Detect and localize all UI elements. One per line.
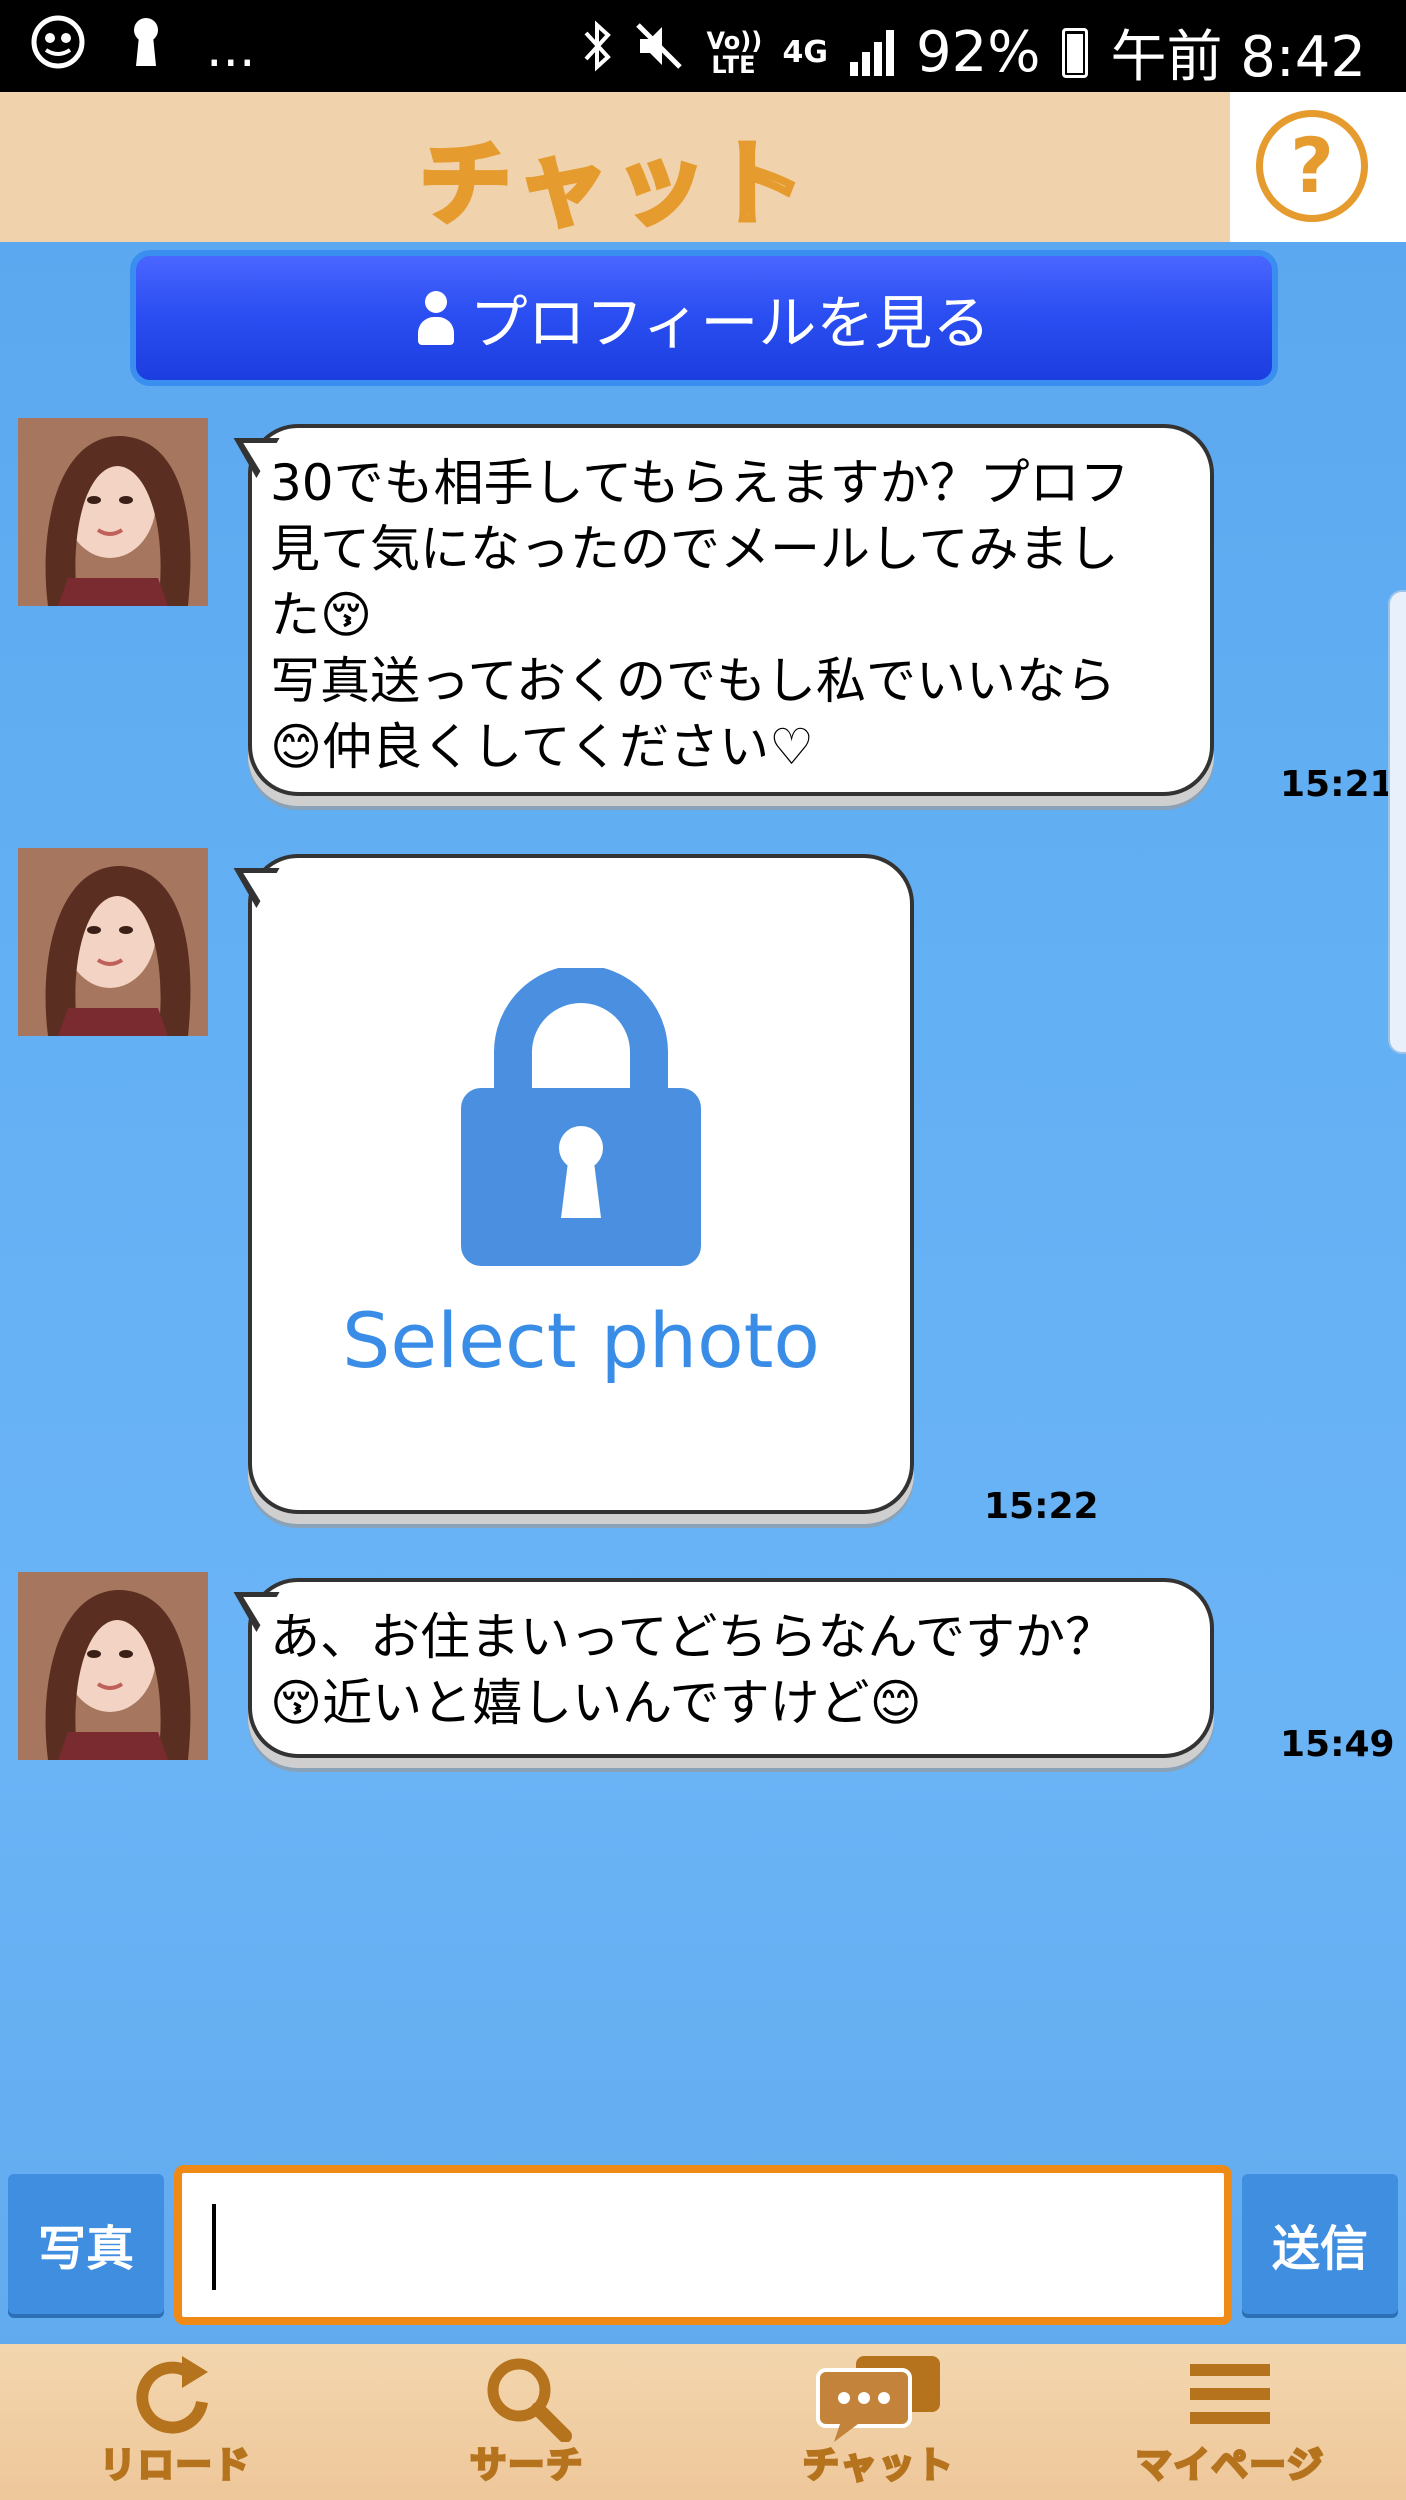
view-profile-label: プロフィールを見る — [469, 289, 991, 357]
notification-overflow: ... — [206, 18, 256, 79]
select-photo-label: Select photo — [342, 1296, 820, 1385]
side-scroll-handle[interactable] — [1388, 590, 1406, 1054]
search-icon — [477, 2352, 577, 2446]
photo-message-bubble[interactable]: Select photo — [248, 854, 914, 1514]
nav-label: マイページ — [1134, 2444, 1325, 2488]
person-icon — [417, 291, 454, 345]
lock-icon — [252, 965, 910, 1284]
nav-label: リロード — [98, 2444, 252, 2488]
message-input[interactable] — [174, 2165, 1232, 2325]
message-time: 15:22 — [984, 1486, 1099, 1527]
nav-search[interactable]: サーチ — [352, 2344, 704, 2500]
network-type-icon: 4G — [782, 34, 828, 70]
help-button[interactable]: ? — [1256, 110, 1368, 222]
message-text: 30でも相手してもらえますか？プロフ 見て気になったのでメールしてみまし た😚 … — [270, 454, 1130, 776]
message-time: 15:21 — [1280, 764, 1395, 805]
bluetooth-icon — [582, 19, 612, 87]
text-caret — [212, 2204, 216, 2290]
message-bubble: あ、お住まいってどちらなんですか？ 😚近いと嬉しいんですけど😊 — [248, 1578, 1214, 1758]
sender-avatar[interactable] — [18, 848, 208, 1036]
app-notification-icon — [30, 14, 86, 83]
nav-chat[interactable]: チャット — [703, 2344, 1055, 2500]
mute-icon — [634, 20, 684, 85]
app-header: チャット ? — [0, 92, 1406, 242]
reload-icon — [126, 2352, 226, 2446]
chat-icon — [814, 2352, 944, 2446]
nav-reload[interactable]: リロード — [0, 2344, 352, 2500]
message-time: 15:49 — [1280, 1724, 1395, 1765]
page-title: チャット — [417, 129, 811, 241]
photo-button[interactable]: 写真 — [8, 2174, 164, 2314]
nav-mypage[interactable]: マイページ — [1055, 2344, 1406, 2500]
help-area: ? — [1230, 92, 1406, 242]
message-bubble: 30でも相手してもらえますか？プロフ 見て気になったのでメールしてみまし た😚 … — [248, 424, 1214, 796]
sender-avatar[interactable] — [18, 418, 208, 606]
bottom-nav: リロード サーチ チャット マイページ — [0, 2344, 1406, 2500]
sender-avatar[interactable] — [18, 1572, 208, 1760]
nav-label: サーチ — [469, 2444, 585, 2488]
signal-icon — [849, 29, 894, 76]
keyhole-notification-icon — [126, 14, 166, 83]
view-profile-button[interactable]: プロフィールを見る — [130, 250, 1278, 386]
clock: 午前 8:42 — [1110, 25, 1366, 90]
message-text: あ、お住まいってどちらなんですか？ 😚近いと嬉しいんですけど😊 — [270, 1608, 1115, 1732]
battery-icon — [1062, 27, 1089, 78]
send-button[interactable]: 送信 — [1242, 2174, 1398, 2314]
message-composer: 写真 送信 — [0, 2162, 1406, 2342]
menu-icon — [1180, 2352, 1280, 2446]
volte-icon: Vo)) LTE — [706, 26, 763, 79]
status-bar: ... Vo)) LTE 4G 92% 午前 8:42 — [0, 0, 1406, 92]
nav-label: チャット — [801, 2444, 955, 2488]
battery-percent: 92% — [915, 20, 1041, 85]
